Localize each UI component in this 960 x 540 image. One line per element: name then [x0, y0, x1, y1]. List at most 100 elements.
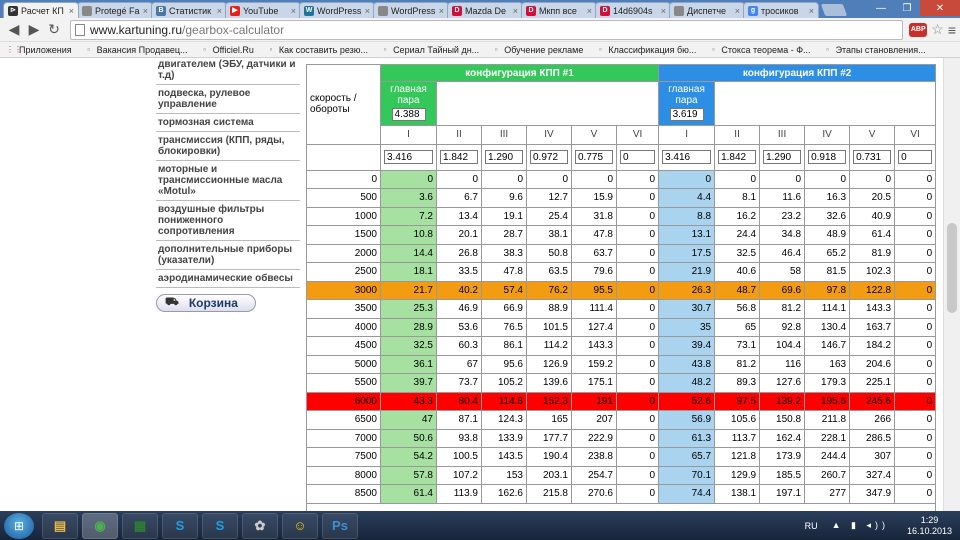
sidebar-category-link[interactable]: подвеска, рулевое управление [156, 85, 300, 114]
taskbar-app-button[interactable]: Ps [322, 512, 358, 539]
speed-row: 0000000000000 [306, 169, 937, 189]
config2-speed-cell: 0 [894, 169, 937, 189]
bookmark-label: Классификация бю... [608, 44, 697, 55]
close-icon[interactable]: × [291, 6, 296, 16]
browser-tab[interactable]: ⊳ Расчет КП × [3, 2, 79, 18]
gear-ratio-input[interactable]: 0 [898, 150, 933, 164]
taskbar-app-button[interactable]: ☺ [282, 512, 318, 539]
sidebar-category-link[interactable]: трансмиссия (КПП, ряды, блокировки) [156, 132, 300, 161]
reload-icon[interactable]: ↻ [44, 20, 64, 40]
gear-ratio-input[interactable]: 0.775 [575, 150, 613, 164]
browser-tab[interactable]: WordPress × [373, 2, 449, 18]
gear-ratio-input[interactable]: 3.416 [662, 150, 712, 164]
gear-ratio-input[interactable]: 1.290 [485, 150, 523, 164]
browser-tab[interactable]: В Статистик × [151, 2, 227, 18]
address-bar[interactable]: www.kartuning.ru/gearbox-calculator [70, 19, 904, 40]
main-pair-input[interactable]: 4.388 [391, 108, 426, 121]
tray-icons[interactable]: ▲ ▮ ◂)) [832, 520, 889, 531]
close-icon[interactable]: × [809, 6, 814, 16]
main-pair-input[interactable]: 3.619 [669, 108, 704, 121]
config2-speed-cell: 0 [658, 169, 716, 189]
bookmark-label: Как составить резю... [278, 44, 369, 55]
close-icon[interactable]: × [735, 6, 740, 16]
cart-button[interactable]: ⛟ Корзина [156, 294, 256, 312]
taskbar-app-button[interactable]: ◉ [82, 512, 118, 539]
clock[interactable]: 1:29 16.10.2013 [907, 515, 952, 537]
minimize-icon[interactable]: — [868, 0, 894, 16]
browser-tab[interactable]: D 14d6904s × [595, 2, 671, 18]
sidebar-category-link[interactable]: аэродинамические обвесы [156, 270, 300, 288]
new-tab-button[interactable] [820, 4, 848, 16]
bookmark-item[interactable]: ▫ Стокса теорема - Ф... [708, 45, 811, 55]
config2-speed-cell: 197.1 [759, 484, 806, 504]
bookmark-item[interactable]: ▫ Как составить резю... [266, 44, 369, 55]
sidebar-category-link[interactable]: моторные и трансмиссионные масла «Motul» [156, 161, 300, 201]
gear-ratio-input[interactable]: 0 [620, 150, 656, 164]
gear-ratio-input[interactable]: 0.731 [853, 150, 892, 164]
close-icon[interactable]: × [439, 6, 444, 16]
browser-tab[interactable]: Диспетче × [669, 2, 745, 18]
taskbar-app-button[interactable]: ▤ [42, 512, 78, 539]
bookmark-item[interactable]: ▫ Вакансия Продавец... [84, 45, 187, 55]
bookmark-item[interactable]: ▫ Классификация бю... [595, 45, 696, 55]
url-host: www.kartuning.ru [90, 22, 183, 37]
page-scrollbar[interactable] [943, 58, 960, 511]
adblock-icon[interactable]: ABP [909, 22, 928, 37]
gear-ratio-input[interactable]: 3.416 [384, 150, 433, 164]
close-icon[interactable]: × [69, 6, 74, 16]
config2-speed-cell: 61.4 [849, 225, 896, 245]
config1-speed-cell: 86.1 [481, 336, 527, 356]
bookmark-star-icon[interactable]: ☆ [931, 21, 944, 38]
gear-header: VI [894, 125, 937, 145]
gear-ratio-input[interactable]: 1.842 [718, 150, 757, 164]
bookmark-item[interactable]: ⋮⋮ Приложения [6, 45, 72, 55]
sidebar-category-link[interactable]: воздушные фильтры пониженного сопротивле… [156, 201, 300, 241]
close-icon[interactable]: × [143, 6, 148, 16]
taskbar-app-button[interactable]: ▦ [122, 512, 158, 539]
menu-icon[interactable]: ≡ [948, 22, 956, 38]
browser-tab[interactable]: D Мкпп все × [521, 2, 597, 18]
gear-ratio-input[interactable]: 0.918 [808, 150, 847, 164]
close-icon[interactable]: × [217, 6, 222, 16]
forward-icon[interactable]: ▶ [24, 20, 44, 40]
scrollbar-thumb[interactable] [947, 223, 957, 313]
close-icon[interactable]: × [513, 6, 518, 16]
start-button[interactable]: ⊞ [4, 512, 34, 539]
sidebar-category-link[interactable]: двигателем (ЭБУ, датчики и т.д) [156, 58, 300, 85]
bookmark-item[interactable]: ▫ Обучение рекламе [491, 45, 584, 55]
close-icon[interactable]: × [587, 6, 592, 16]
bookmark-item[interactable]: ▫ Officiel.Ru [200, 45, 254, 55]
browser-tab[interactable]: g тросиков × [743, 2, 819, 18]
close-icon[interactable]: × [365, 6, 370, 16]
taskbar-app-button[interactable]: S [202, 512, 238, 539]
sidebar-category-link[interactable]: тормозная система [156, 114, 300, 132]
browser-tab[interactable]: Protegé Fa × [77, 2, 153, 18]
photoshop-icon: Ps [332, 518, 348, 533]
speed-row: 4000 28.9 53.6 76.5 101.5 127.4 0 35 65 92.8 130.4… [306, 317, 937, 337]
browser-tab[interactable]: W WordPress × [299, 2, 375, 18]
gear-ratio-input[interactable]: 0.972 [530, 150, 568, 164]
speed-row: 6500 47 87.1 124.3 165 207 0 56.9 105.6 150.8 211.… [306, 410, 937, 430]
browser-tab[interactable]: D Mazda De × [447, 2, 523, 18]
config2-speed-cell: 150.8 [759, 410, 806, 430]
maximize-icon[interactable]: ❐ [894, 0, 920, 16]
speed-row: 500 3.6 6.7 9.6 12.7 15.9 0 4.4 8.1 11.6 16.3 20.5 0 [306, 188, 937, 208]
rpm-cell: 7500 [306, 447, 381, 467]
sidebar-category-link[interactable]: дополнительные приборы (указатели) [156, 241, 300, 270]
bookmark-item[interactable]: ▫ Сериал Тайный дн... [380, 45, 480, 55]
taskbar-app-button[interactable]: S [162, 512, 198, 539]
config1-speed-cell: 111.4 [571, 299, 617, 319]
gear-ratio-input[interactable]: 1.290 [763, 150, 802, 164]
browser-tab[interactable]: ▶ YouTube × [225, 2, 301, 18]
language-indicator[interactable]: RU [805, 521, 818, 531]
close-window-icon[interactable]: ✕ [920, 0, 960, 16]
gear-ratio-input[interactable]: 1.842 [440, 150, 478, 164]
gear-ratio-cell: 3.416 [380, 143, 437, 171]
taskbar-app-button[interactable]: ✿ [242, 512, 278, 539]
config1-speed-cell: 139.6 [526, 373, 572, 393]
config1-speed-cell: 66.9 [481, 299, 527, 319]
bookmark-item[interactable]: ▫ Этапы становления... [823, 45, 925, 55]
back-icon[interactable]: ◀ [4, 20, 24, 40]
close-icon[interactable]: × [661, 6, 666, 16]
config1-speed-cell: 36.1 [380, 354, 437, 374]
